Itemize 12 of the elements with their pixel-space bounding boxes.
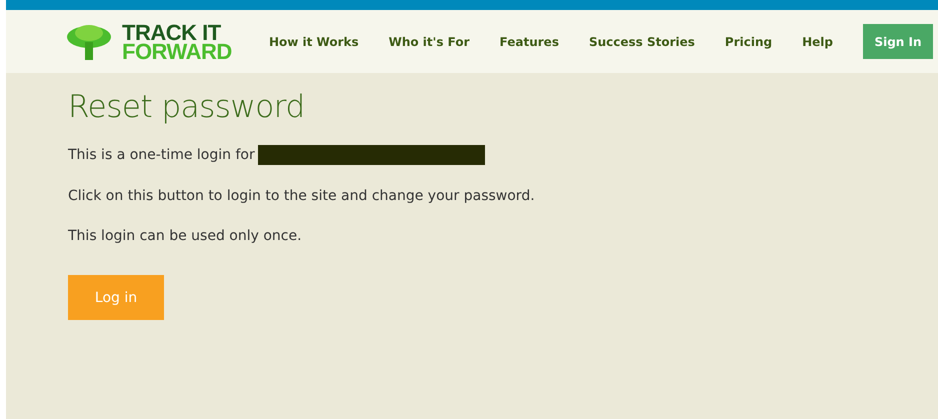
page-title: Reset password xyxy=(68,89,306,125)
nav-link[interactable]: How it Works xyxy=(254,34,374,48)
nav-link[interactable]: Features xyxy=(484,34,574,48)
tree-icon xyxy=(67,24,111,60)
info-text: This login can be used only once. xyxy=(68,227,302,245)
info-text: This is a one-time login for xyxy=(68,146,255,164)
logo-text[interactable]: TRACK IT xyxy=(122,22,232,42)
nav-link[interactable]: Who it's For xyxy=(374,34,485,48)
nav-link[interactable]: Help xyxy=(787,34,848,48)
nav-link[interactable]: Pricing xyxy=(710,34,788,48)
nav-link[interactable]: Success Stories xyxy=(574,34,710,48)
info-text: Click on this button to login to the site and change your password. xyxy=(68,187,535,205)
